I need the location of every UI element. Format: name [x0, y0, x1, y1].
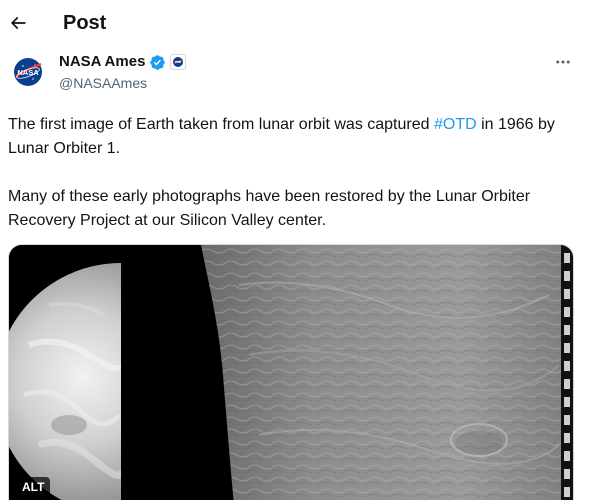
tweet-text-before-hashtag: The first image of Earth taken from luna… [8, 116, 434, 133]
tweet-text: The first image of Earth taken from luna… [8, 113, 568, 233]
tweet-paragraph-1: The first image of Earth taken from luna… [8, 113, 568, 161]
nasa-mini-logo-icon [173, 57, 184, 67]
post-header: Post [0, 0, 600, 46]
page-title: Post [63, 12, 107, 34]
tweet-paragraph-2: Many of these early photographs have bee… [8, 188, 531, 229]
media-image[interactable] [8, 244, 574, 500]
nasa-logo-icon: NASA [14, 58, 42, 86]
more-horizontal-icon [556, 60, 570, 64]
svg-text:NASA: NASA [17, 68, 39, 77]
more-options-button[interactable] [552, 52, 574, 72]
avatar[interactable]: NASA [8, 52, 48, 92]
verified-badge-icon[interactable] [149, 54, 166, 71]
alt-text-badge[interactable]: ALT [16, 477, 51, 497]
arrow-left-icon [10, 16, 26, 30]
post-page: Post NASA NASA Ames @NASAAmes The first … [0, 0, 600, 500]
back-button[interactable] [4, 6, 32, 40]
name-row: NASA Ames [59, 52, 187, 72]
user-handle[interactable]: @NASAAmes [59, 74, 186, 92]
author-info: NASA Ames @NASAAmes [59, 52, 187, 92]
earthrise-photo [9, 245, 573, 500]
affiliate-badge[interactable] [170, 54, 187, 70]
display-name[interactable]: NASA Ames [59, 52, 145, 72]
hashtag-link[interactable]: #OTD [434, 116, 477, 133]
